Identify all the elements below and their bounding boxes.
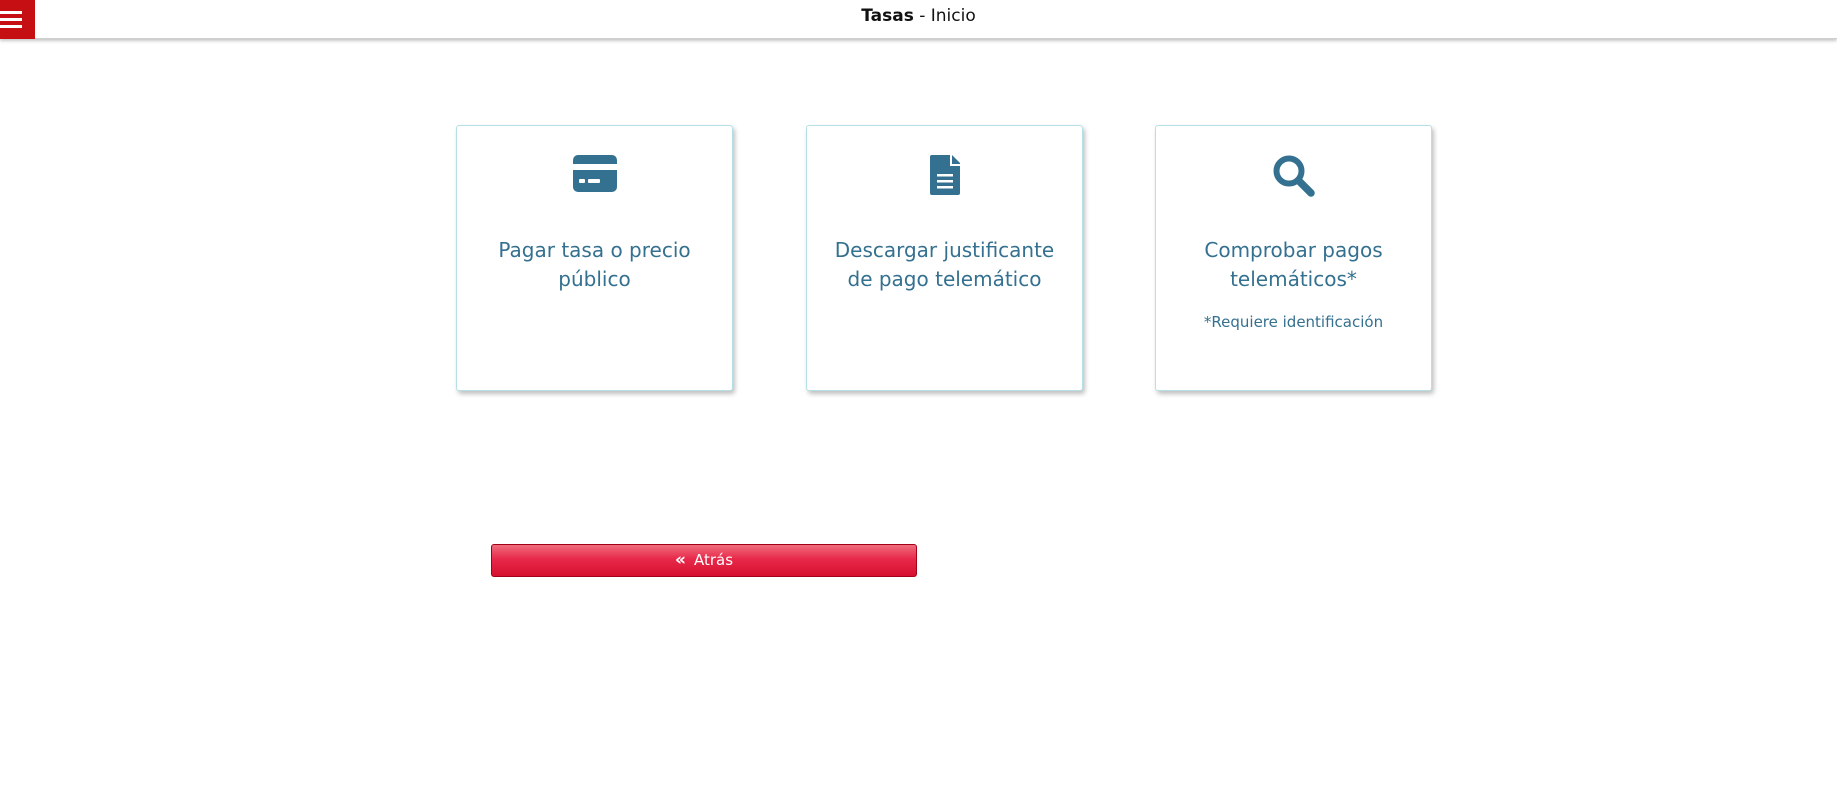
- credit-card-icon: [457, 154, 732, 204]
- download-receipt-card[interactable]: Descargar justificante de pago telemátic…: [806, 125, 1083, 391]
- pay-fee-card[interactable]: Pagar tasa o precio público: [456, 125, 733, 391]
- back-button-label: Atrás: [693, 551, 734, 569]
- pay-fee-card-title: Pagar tasa o precio público: [498, 238, 691, 291]
- page-title-section: Tasas: [861, 6, 914, 26]
- download-receipt-card-title: Descargar justificante de pago telemátic…: [834, 238, 1055, 291]
- page-title: Tasas - Inicio: [0, 0, 1837, 33]
- double-chevron-left-icon: «: [674, 550, 686, 570]
- back-button[interactable]: « Atrás: [491, 544, 917, 577]
- check-payments-card-note: *Requiere identificación: [1203, 313, 1384, 331]
- document-icon: [807, 154, 1082, 204]
- search-icon: [1156, 154, 1431, 204]
- check-payments-card-title: Comprobar pagos telemáticos*: [1204, 238, 1383, 291]
- top-bar: Tasas - Inicio: [0, 0, 1837, 39]
- check-payments-card[interactable]: Comprobar pagos telemáticos* *Requiere i…: [1155, 125, 1432, 391]
- page-title-subsection: - Inicio: [913, 6, 976, 26]
